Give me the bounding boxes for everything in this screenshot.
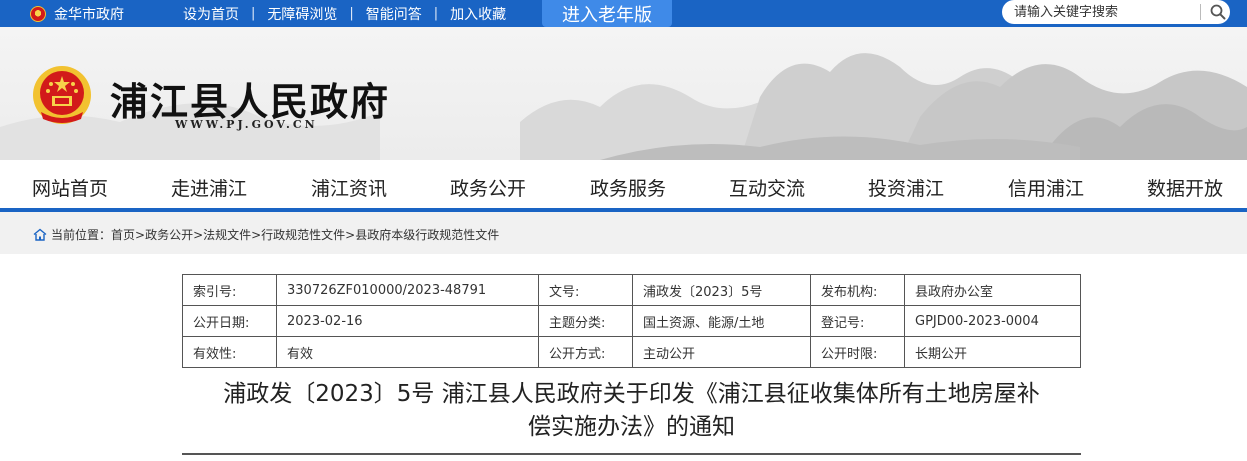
nav-item-gov-service[interactable]: 政务服务 [590,174,666,201]
parent-site-name[interactable]: 金华市政府 [54,4,124,24]
document-info-table: 索引号: 330726ZF010000/2023-48791 文号: 浦政发〔2… [182,274,1081,368]
nav-item-news[interactable]: 浦江资讯 [311,174,387,201]
table-row: 索引号: 330726ZF010000/2023-48791 文号: 浦政发〔2… [182,274,1081,306]
table-row: 有效性: 有效 公开方式: 主动公开 公开时限: 长期公开 [182,336,1081,368]
table-cell: 有效 [276,336,539,368]
add-favorite-link[interactable]: 加入收藏 [450,4,506,24]
elder-mode-button[interactable]: 进入老年版 [542,0,672,27]
table-cell: 2023-02-16 [276,305,539,337]
smart-qa-link[interactable]: 智能问答 [366,4,422,24]
table-cell: 浦政发〔2023〕5号 [632,274,811,306]
table-cell: GPJD00-2023-0004 [904,305,1081,337]
nav-item-home[interactable]: 网站首页 [32,174,108,201]
table-row: 公开日期: 2023-02-16 主题分类: 国土资源、能源/土地 登记号: G… [182,305,1081,337]
separator: | [251,6,256,21]
document-title-line: 偿实施办法》的通知 [528,414,735,440]
table-cell: 公开方式: [538,336,633,368]
table-cell: 发布机构: [810,274,905,306]
accessibility-link[interactable]: 无障碍浏览 [267,4,337,24]
top-bar: 金华市政府 设为首页 | 无障碍浏览 | 智能问答 | 加入收藏 进入老年版 [0,0,1247,27]
nav-item-interaction[interactable]: 互动交流 [729,174,805,201]
document-title: 浦政发〔2023〕5号 浦江县人民政府关于印发《浦江县征收集体所有土地房屋补 偿… [182,378,1081,444]
set-homepage-link[interactable]: 设为首页 [183,4,239,24]
table-cell: 公开日期: [182,305,277,337]
parent-site-link[interactable]: 金华市政府 [30,0,124,27]
top-links: 设为首页 | 无障碍浏览 | 智能问答 | 加入收藏 [183,0,506,27]
table-cell: 登记号: [810,305,905,337]
breadcrumb-path[interactable]: 首页>政务公开>法规文件>行政规范性文件>县政府本级行政规范性文件 [111,226,499,243]
nav-item-open-data[interactable]: 数据开放 [1147,174,1223,201]
home-icon [33,228,47,241]
table-cell: 文号: [538,274,633,306]
table-cell: 330726ZF010000/2023-48791 [276,274,539,306]
national-emblem-icon [30,5,46,22]
separator: | [433,6,439,21]
separator: | [349,6,354,21]
table-cell: 有效性: [182,336,277,368]
document-title-line: 浦政发〔2023〕5号 浦江县人民政府关于印发《浦江县征收集体所有土地房屋补 [223,381,1040,407]
title-divider [182,453,1081,455]
search-icon[interactable] [1209,3,1227,21]
national-emblem-icon [33,66,91,124]
search-input[interactable] [1014,1,1200,23]
breadcrumb-bar: 当前位置： 首页>政务公开>法规文件>行政规范性文件>县政府本级行政规范性文件 [0,212,1247,254]
table-cell: 主动公开 [632,336,811,368]
table-cell: 国土资源、能源/土地 [632,305,811,337]
breadcrumb: 当前位置： 首页>政务公开>法规文件>行政规范性文件>县政府本级行政规范性文件 [33,226,499,243]
table-cell: 县政府办公室 [904,274,1081,306]
header-banner: 浦江县人民政府 WWW.PJ.GOV.CN [0,27,1247,160]
table-cell: 公开时限: [810,336,905,368]
nav-item-investment[interactable]: 投资浦江 [868,174,944,201]
table-cell: 长期公开 [904,336,1081,368]
table-cell: 主题分类: [538,305,633,337]
breadcrumb-label: 当前位置： [51,228,112,242]
main-nav: 网站首页 走进浦江 浦江资讯 政务公开 政务服务 互动交流 投资浦江 信用浦江 … [0,160,1247,212]
nav-item-credit[interactable]: 信用浦江 [1008,174,1084,201]
site-url: WWW.PJ.GOV.CN [175,118,318,131]
table-cell: 索引号: [182,274,277,306]
search-divider [1200,4,1201,20]
nav-item-about[interactable]: 走进浦江 [171,174,247,201]
nav-item-gov-open[interactable]: 政务公开 [450,174,526,201]
search-box [1002,0,1230,24]
